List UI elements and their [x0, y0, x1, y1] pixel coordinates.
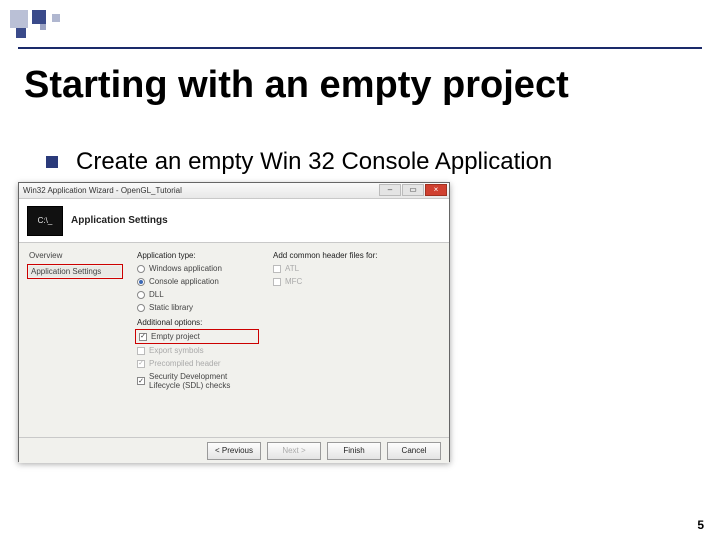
- dialog-footer: < Previous Next > Finish Cancel: [19, 437, 449, 463]
- banner-heading: Application Settings: [71, 215, 168, 226]
- radio-icon: [137, 265, 145, 273]
- checkbox-label: Security Development Lifecycle (SDL) che…: [149, 372, 257, 390]
- checkbox-label: MFC: [285, 277, 302, 286]
- checkbox-icon: [139, 333, 147, 341]
- checkbox-export-symbols: Export symbols: [137, 346, 257, 355]
- radio-console-application[interactable]: Console application: [137, 277, 257, 286]
- wizard-dialog: Win32 Application Wizard - OpenGL_Tutori…: [18, 182, 450, 462]
- slide-divider: [18, 47, 702, 49]
- radio-windows-application[interactable]: Windows application: [137, 264, 257, 273]
- checkbox-icon: [137, 360, 145, 368]
- radio-label: DLL: [149, 290, 164, 299]
- app-type-heading: Application type:: [137, 251, 257, 260]
- checkbox-label: Precompiled header: [149, 359, 221, 368]
- cancel-button[interactable]: Cancel: [387, 442, 441, 460]
- dialog-banner: C:\_ Application Settings: [19, 199, 449, 243]
- radio-icon: [137, 291, 145, 299]
- bullet-item: Create an empty Win 32 Console Applicati…: [46, 148, 552, 176]
- highlight-empty-project: Empty project: [137, 331, 257, 342]
- checkbox-label: Empty project: [151, 332, 200, 341]
- checkbox-icon: [137, 347, 145, 355]
- slide-corner-decoration: [10, 10, 100, 46]
- additional-options-heading: Additional options:: [137, 318, 257, 327]
- slide-title: Starting with an empty project: [24, 64, 569, 107]
- application-type-column: Application type: Windows application Co…: [137, 251, 257, 431]
- close-button[interactable]: ×: [425, 184, 447, 196]
- checkbox-mfc: MFC: [273, 277, 423, 286]
- radio-dll[interactable]: DLL: [137, 290, 257, 299]
- checkbox-atl: ATL: [273, 264, 423, 273]
- checkbox-icon: [273, 278, 281, 286]
- radio-static-library[interactable]: Static library: [137, 303, 257, 312]
- checkbox-icon: [273, 265, 281, 273]
- previous-button[interactable]: < Previous: [207, 442, 261, 460]
- checkbox-empty-project[interactable]: Empty project: [139, 332, 255, 341]
- radio-icon: [137, 304, 145, 312]
- checkbox-label: ATL: [285, 264, 299, 273]
- dialog-body: Overview Application Settings Applicatio…: [19, 243, 449, 437]
- window-controls: – ▭ ×: [378, 184, 447, 196]
- radio-label: Static library: [149, 303, 193, 312]
- radio-icon: [137, 278, 145, 286]
- dialog-titlebar: Win32 Application Wizard - OpenGL_Tutori…: [19, 183, 449, 199]
- header-files-column: Add common header files for: ATL MFC: [273, 251, 423, 431]
- maximize-button[interactable]: ▭: [402, 184, 424, 196]
- radio-label: Windows application: [149, 264, 222, 273]
- terminal-icon: C:\_: [27, 206, 63, 236]
- sidebar-item-overview[interactable]: Overview: [29, 251, 121, 260]
- minimize-button[interactable]: –: [379, 184, 401, 196]
- checkbox-sdl-checks[interactable]: Security Development Lifecycle (SDL) che…: [137, 372, 257, 390]
- checkbox-precompiled-header[interactable]: Precompiled header: [137, 359, 257, 368]
- next-button: Next >: [267, 442, 321, 460]
- dialog-title: Win32 Application Wizard - OpenGL_Tutori…: [23, 186, 182, 195]
- dialog-sidebar: Overview Application Settings: [29, 251, 121, 431]
- finish-button[interactable]: Finish: [327, 442, 381, 460]
- bullet-square-icon: [46, 156, 58, 168]
- radio-label: Console application: [149, 277, 219, 286]
- header-files-heading: Add common header files for:: [273, 251, 423, 260]
- sidebar-item-app-settings[interactable]: Application Settings: [29, 266, 121, 277]
- page-number: 5: [697, 518, 704, 532]
- checkbox-label: Export symbols: [149, 346, 204, 355]
- checkbox-icon: [137, 377, 145, 385]
- bullet-text: Create an empty Win 32 Console Applicati…: [76, 148, 552, 176]
